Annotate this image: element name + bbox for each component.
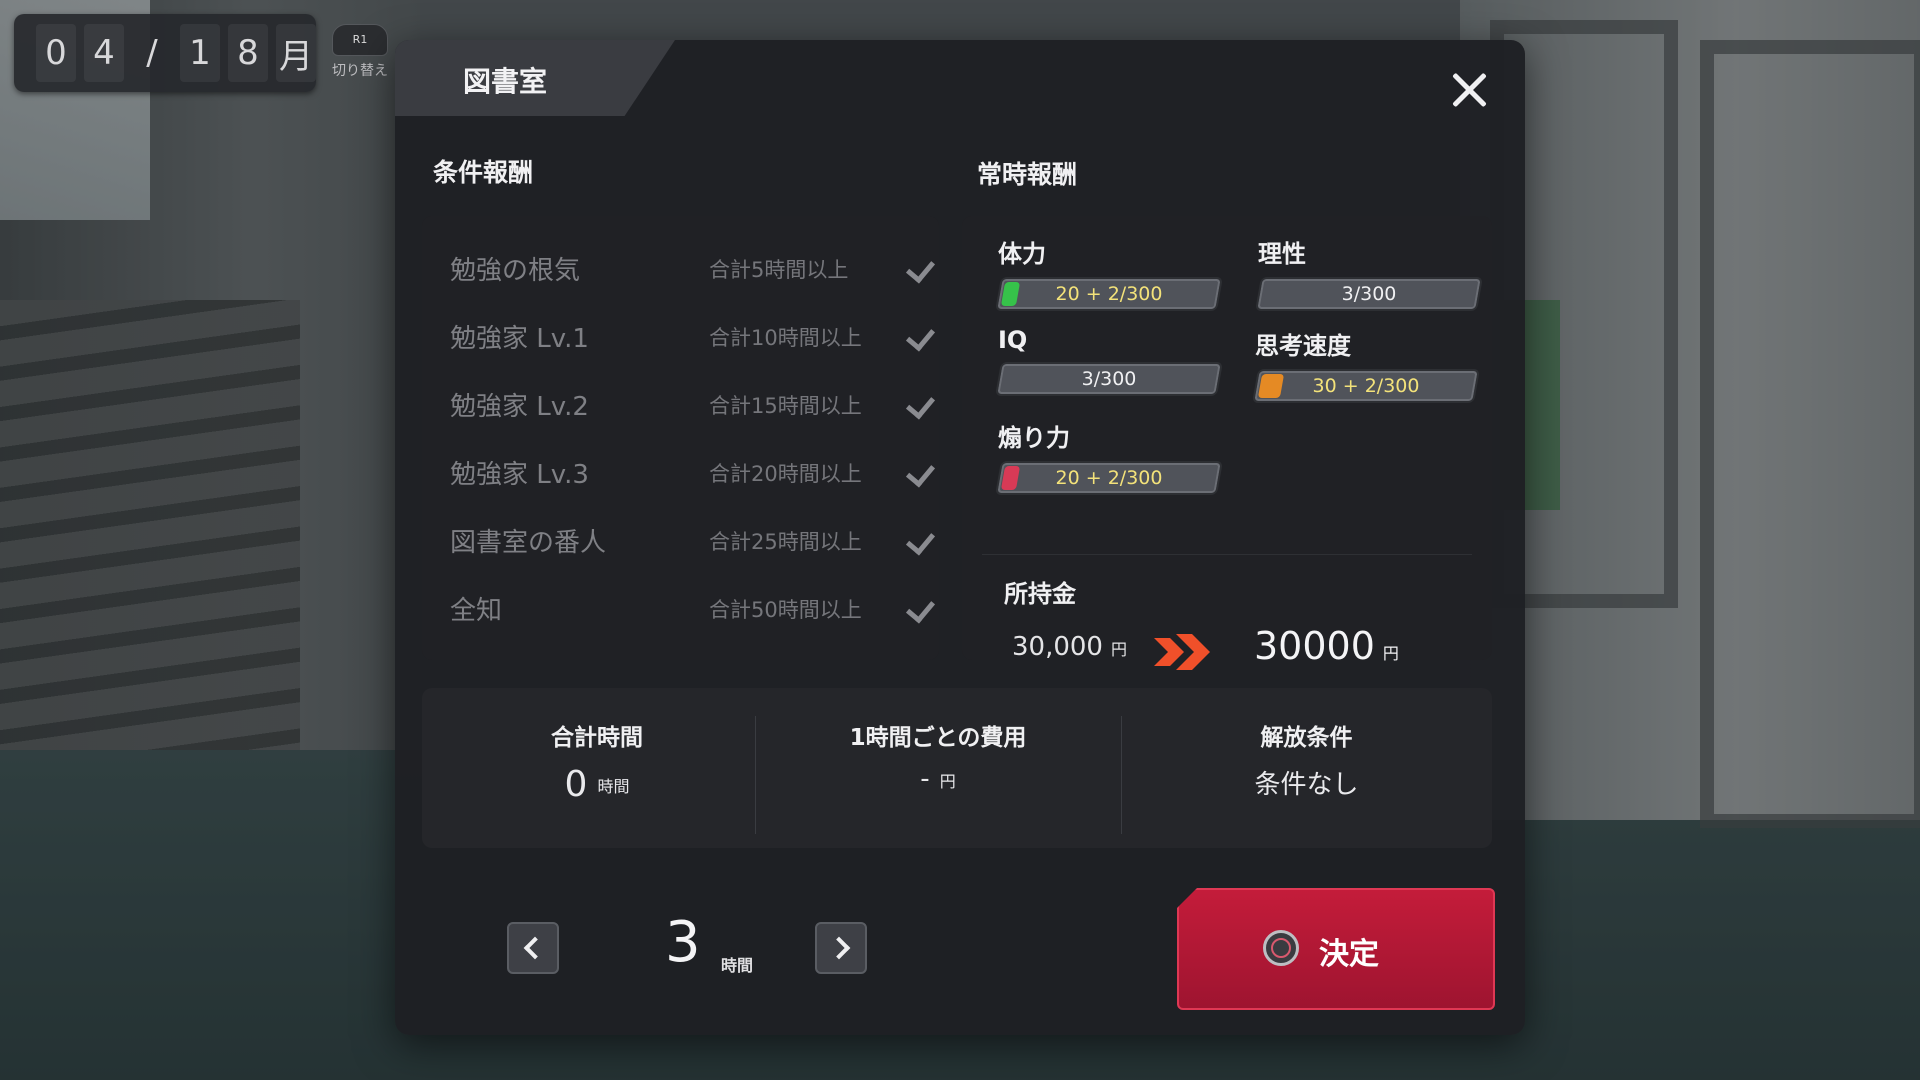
- check-icon: [905, 457, 936, 488]
- date-digit: 4: [84, 24, 124, 82]
- unlock-condition: 解放条件 条件なし: [1121, 688, 1492, 848]
- reward-row: 全知 合計50時間以上: [422, 576, 939, 636]
- date-digit: 0: [36, 24, 76, 82]
- stat-value: 20 + 2/300: [1055, 467, 1163, 489]
- hours-increase-button[interactable]: [815, 922, 867, 974]
- info-summary: 合計時間 0 時間 1時間ごとの費用 -円 解放条件 条件なし: [422, 688, 1492, 848]
- r1-button-icon: R1: [332, 24, 388, 56]
- money-after-value: 30000: [1254, 624, 1375, 668]
- stat-bar: 20 + 2/300: [995, 461, 1223, 495]
- reward-requirement: 合計20時間以上: [709, 462, 862, 486]
- date-switch-button[interactable]: R1 切り替え: [330, 24, 390, 80]
- stat-iq: IQ 3/300: [995, 326, 1223, 396]
- reward-name: 勉強の根気: [450, 256, 581, 286]
- stat-label: 体力: [998, 240, 1046, 268]
- reward-row: 勉強家 Lv.2 合計15時間以上: [422, 372, 939, 432]
- date-digit: 1: [180, 24, 220, 82]
- date-month: 月: [276, 24, 316, 82]
- confirm-button[interactable]: 決定: [1177, 888, 1495, 1010]
- check-icon: [905, 593, 936, 624]
- stat-bar: 3/300: [1255, 277, 1483, 311]
- conditional-rewards-list: 勉強の根気 合計5時間以上 勉強家 Lv.1 合計10時間以上 勉強家 Lv.2…: [422, 216, 939, 660]
- stat-value: 20 + 2/300: [1055, 283, 1163, 305]
- reward-row: 勉強家 Lv.3 合計20時間以上: [422, 440, 939, 500]
- hours-decrease-button[interactable]: [507, 922, 559, 974]
- unlock-condition-value: 条件なし: [1254, 770, 1359, 800]
- stat-label: 思考速度: [1255, 332, 1351, 360]
- panel-title: 図書室: [463, 65, 548, 98]
- chevron-left-icon: [523, 936, 547, 960]
- stat-label: 煽り力: [998, 424, 1070, 452]
- stat-reason: 理性 3/300: [1255, 234, 1483, 311]
- yen-unit: 円: [1110, 640, 1127, 659]
- stat-value: 30 + 2/300: [1312, 375, 1420, 397]
- conditional-rewards-title: 条件報酬: [433, 158, 534, 187]
- hours-unit: 時間: [721, 956, 754, 975]
- chevron-right-icon: [827, 936, 851, 960]
- reward-requirement: 合計10時間以上: [709, 326, 862, 350]
- date-digit: 8: [228, 24, 268, 82]
- panel-title-tab: 図書室: [395, 40, 675, 116]
- check-icon: [905, 253, 936, 284]
- cost-per-hour: 1時間ごとの費用 -円: [755, 688, 1121, 848]
- date-separator: /: [146, 33, 158, 73]
- check-icon: [905, 321, 936, 352]
- stat-label: 理性: [1258, 240, 1306, 268]
- reward-row: 勉強の根気 合計5時間以上: [422, 236, 939, 296]
- reward-name: 勉強家 Lv.1: [450, 324, 589, 354]
- double-chevron-right-icon: [1154, 634, 1210, 670]
- stat-value: 3/300: [1341, 283, 1397, 305]
- reward-requirement: 合計25時間以上: [709, 530, 862, 554]
- stat-provocation: 煽り力 20 + 2/300: [995, 418, 1223, 495]
- stat-stamina: 体力 20 + 2/300: [995, 234, 1223, 311]
- close-icon[interactable]: [1447, 68, 1491, 112]
- total-time-label: 合計時間: [551, 725, 643, 751]
- reward-requirement: 合計15時間以上: [709, 394, 862, 418]
- stat-label: IQ: [998, 326, 1028, 354]
- stat-value: 3/300: [1081, 368, 1137, 390]
- unlock-condition-label: 解放条件: [1260, 725, 1353, 751]
- yen-unit: 円: [1382, 644, 1399, 663]
- money-after: 30000 円: [1254, 624, 1399, 668]
- money-label: 所持金: [1004, 580, 1076, 608]
- constant-rewards-box: 体力 20 + 2/300 理性 3/300 IQ 3/300 思考速度 30 …: [962, 216, 1492, 670]
- money-current: 30,000 円: [1012, 632, 1127, 662]
- reward-name: 勉強家 Lv.3: [450, 460, 589, 490]
- confirm-label: 決定: [1319, 937, 1379, 972]
- switch-label: 切り替え: [332, 63, 388, 79]
- stat-bar: 30 + 2/300: [1252, 369, 1480, 403]
- check-icon: [905, 525, 936, 556]
- reward-name: 勉強家 Lv.2: [450, 392, 589, 422]
- check-icon: [905, 389, 936, 420]
- reward-requirement: 合計5時間以上: [709, 258, 849, 282]
- money-current-value: 30,000: [1012, 632, 1103, 662]
- reward-name: 図書室の番人: [450, 528, 607, 558]
- reward-requirement: 合計50時間以上: [709, 598, 862, 622]
- cost-per-hour-label: 1時間ごとの費用: [849, 725, 1027, 751]
- reward-name: 全知: [450, 596, 503, 626]
- constant-rewards-title: 常時報酬: [977, 160, 1078, 189]
- total-time-value: 0: [564, 764, 588, 805]
- stat-thinking-speed: 思考速度 30 + 2/300: [1252, 326, 1480, 403]
- date-display: 0 4 / 1 8 月: [14, 14, 316, 92]
- total-time: 合計時間 0 時間: [422, 688, 772, 848]
- stat-bar: 20 + 2/300: [995, 277, 1223, 311]
- total-time-unit: 時間: [597, 776, 630, 796]
- cost-per-hour-unit: 円: [939, 771, 956, 791]
- facility-panel: 図書室 条件報酬 常時報酬 勉強の根気 合計5時間以上 勉強家 Lv.1 合計1…: [395, 40, 1525, 1035]
- stat-bar: 3/300: [995, 362, 1223, 396]
- divider: [982, 554, 1472, 555]
- circle-button-icon: [1263, 930, 1299, 966]
- hours-value: 3: [665, 910, 701, 975]
- reward-row: 図書室の番人 合計25時間以上: [422, 508, 939, 568]
- reward-row: 勉強家 Lv.1 合計10時間以上: [422, 304, 939, 364]
- cost-per-hour-value: -: [920, 764, 930, 794]
